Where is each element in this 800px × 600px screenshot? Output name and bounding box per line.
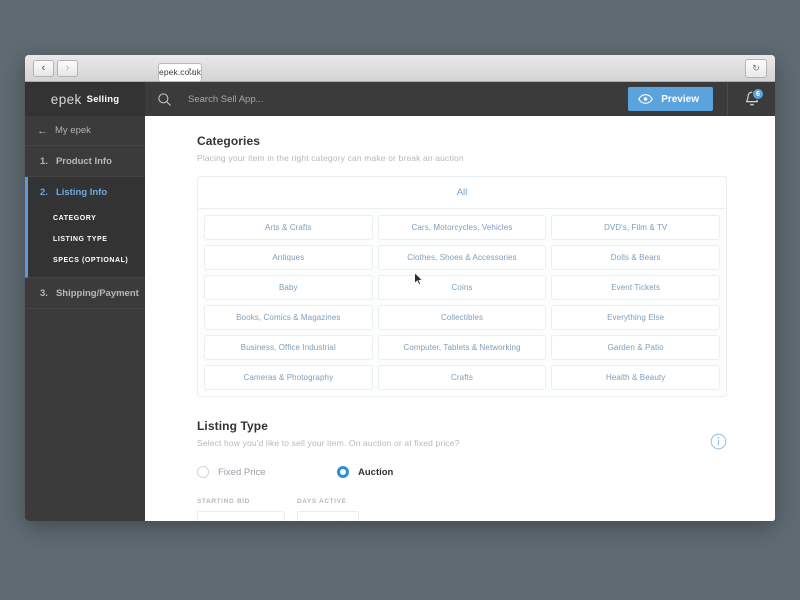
back-button[interactable]: ‹ [33, 59, 54, 77]
main-area: Preview 6 Categories Placing your item i… [145, 82, 775, 521]
listing-type-section: Listing Type Select how you'd like to se… [197, 419, 727, 521]
sidebar-item-shipping-payment[interactable]: 3. Shipping/Payment [25, 278, 145, 309]
sidebar-subitem-category[interactable]: CATEGORY [28, 208, 145, 229]
notifications-button[interactable]: 6 [727, 82, 775, 116]
sidebar-subitem-specs[interactable]: SPECS (OPTIONAL) [28, 250, 145, 271]
categories-section: Categories Placing your item in the righ… [197, 134, 727, 397]
radio-option-fixed-price[interactable]: Fixed Price [197, 466, 337, 478]
category-cell[interactable]: Arts & Crafts [204, 215, 373, 240]
starting-bid-label: STARTING BID [197, 498, 250, 505]
chevron-up-icon[interactable]: ▲ [339, 520, 345, 522]
days-active-stepper[interactable]: 2 ▲ ▼ [297, 511, 359, 521]
sidebar-item-label: Listing Info [55, 187, 108, 198]
categories-grid: Arts & Crafts Cars, Motorcycles, Vehicle… [198, 209, 726, 396]
category-cell[interactable]: Business, Office Industrial [204, 335, 373, 360]
listing-type-subtitle: Select how you'd like to sell your item.… [197, 438, 460, 448]
radio-fixed-price-icon[interactable] [197, 466, 209, 478]
sidebar-item-my-epek[interactable]: ← My epek [25, 116, 145, 146]
category-cell[interactable]: Clothes, Shoes & Accessories [377, 245, 547, 270]
eye-icon [638, 94, 654, 104]
starting-bid-input-box[interactable]: £ Price [197, 511, 285, 521]
categories-panel: All Arts & Crafts Cars, Motorcycles, Veh… [197, 176, 727, 397]
category-cell[interactable]: Collectibles [377, 305, 547, 330]
step-number: 1. [40, 155, 48, 167]
days-active-label: DAYS ACTIVE [297, 498, 347, 505]
notification-badge: 6 [752, 88, 764, 100]
browser-chrome: ‹ › epek.co.uk ↻ ↻ [25, 55, 775, 82]
category-filter-all[interactable]: All [198, 177, 726, 209]
content-panel: Categories Placing your item in the righ… [145, 116, 775, 521]
browser-menu-button[interactable]: ↻ [745, 59, 767, 78]
category-cell[interactable]: Event Tickets [551, 275, 720, 300]
step-number: 3. [40, 287, 48, 299]
info-icon[interactable] [710, 433, 727, 450]
category-cell[interactable]: Cameras & Photography [204, 365, 373, 390]
category-cell[interactable]: Coins [377, 275, 547, 300]
listing-type-title: Listing Type [197, 419, 268, 433]
topbar: Preview 6 [145, 82, 775, 116]
arrow-left-icon: ← [37, 124, 48, 137]
category-cell[interactable]: Dolls & Bears [551, 245, 720, 270]
category-cell[interactable]: Antiques [204, 245, 373, 270]
stepper-controls: ▲ ▼ [334, 520, 350, 522]
brand-logo[interactable]: epek Selling [25, 82, 145, 116]
category-cell[interactable]: Health & Beauty [551, 365, 720, 390]
sidebar-item-product-info[interactable]: 1. Product Info [25, 146, 145, 177]
auction-fields: STARTING BID £ Price DAYS ACTIVE 2 [197, 498, 727, 521]
search-input[interactable] [188, 93, 629, 105]
forward-button[interactable]: › [57, 59, 78, 77]
sidebar-item-label: Shipping/Payment [55, 287, 139, 299]
brand-suffix: Selling [86, 93, 120, 105]
sidebar-item-label: Product Info [55, 155, 112, 167]
browser-window: ‹ › epek.co.uk ↻ ↻ epek Selling ← My epe… [25, 55, 775, 521]
category-cell[interactable]: Computer, Tablets & Networking [377, 335, 547, 360]
app-shell: epek Selling ← My epek 1. Product Info 2… [25, 82, 775, 521]
preview-button-label: Preview [661, 93, 699, 105]
radio-option-auction[interactable]: Auction [337, 466, 393, 478]
browser-nav-buttons: ‹ › [33, 59, 78, 77]
sidebar: epek Selling ← My epek 1. Product Info 2… [25, 82, 145, 521]
category-cell[interactable]: DVD's, Film & TV [551, 215, 720, 240]
category-cell[interactable]: Garden & Patio [551, 335, 720, 360]
sidebar-item-listing-info[interactable]: 2. Listing Info [28, 177, 145, 208]
step-number: 2. [40, 187, 48, 198]
radio-option-label: Fixed Price [218, 466, 266, 478]
categories-subtitle: Placing your item in the right category … [197, 153, 464, 163]
radio-option-label: Auction [358, 466, 394, 478]
category-cell[interactable]: Books, Comics & Magazines [204, 305, 373, 330]
url-bar[interactable]: epek.co.uk ↻ [158, 62, 203, 82]
category-cell[interactable]: Everything Else [551, 305, 720, 330]
search-icon[interactable] [157, 92, 172, 107]
reload-icon[interactable]: ↻ [188, 67, 196, 78]
brand-name: epek [50, 91, 82, 107]
days-active-field: DAYS ACTIVE 2 ▲ ▼ [297, 498, 359, 521]
listing-type-options: Fixed Price Auction [197, 466, 727, 478]
radio-auction-icon[interactable] [337, 466, 349, 478]
category-cell[interactable]: Crafts [377, 365, 547, 390]
sidebar-item-label: My epek [55, 125, 91, 136]
category-cell[interactable]: Baby [204, 275, 373, 300]
starting-bid-field: STARTING BID £ Price [197, 498, 285, 521]
preview-button[interactable]: Preview [628, 87, 713, 111]
categories-title: Categories [197, 134, 261, 148]
sidebar-group-listing-info: 2. Listing Info CATEGORY LISTING TYPE SP… [25, 177, 145, 278]
category-cell[interactable]: Cars, Motorcycles, Vehicles [377, 215, 547, 240]
sidebar-subitem-listing-type[interactable]: LISTING TYPE [28, 229, 145, 250]
